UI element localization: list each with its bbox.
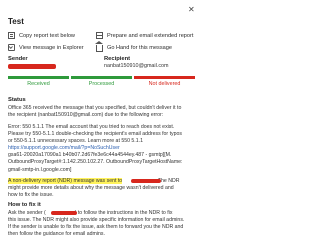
howto-sender-redaction (51, 211, 77, 215)
view-message-label: View message in Explorer (19, 44, 84, 51)
support-link[interactable]: https://support.google.com/mail/?p=NoSuc… (8, 145, 196, 152)
home-icon (95, 41, 103, 52)
package-icon (96, 32, 103, 39)
error-line: OutboundProxyTarget#:1.142.250.102.27. O… (8, 159, 183, 166)
processed-label: Processed (88, 81, 115, 87)
received-status-bar (8, 76, 69, 79)
message-icon (8, 44, 15, 51)
howto-line-end: ) to follow the instructions in the NDR … (74, 210, 173, 216)
sender-label: Sender (8, 56, 28, 62)
received-label: Received (27, 81, 50, 87)
copy-icon (8, 32, 15, 39)
status-line: the recipient (nanbat150910@gmail.com) d… (8, 112, 164, 119)
view-message-button[interactable]: View message in Explorer (8, 43, 84, 52)
not-delivered-status-bar (134, 76, 195, 79)
how-to-fix-text: Ask the sender ( ) to follow the instruc… (8, 210, 196, 238)
ndr-highlight: A non-delivery report (NDR) message was … (8, 178, 123, 184)
howto-line-start: Ask the sender ( (8, 210, 46, 216)
error-text: Error: 550 5.1.1 The email account that … (8, 124, 196, 174)
go-home-button[interactable]: Go Hand for this message (95, 41, 172, 52)
error-line: gmail-smtp-in.l.google.com] (8, 166, 72, 173)
status-text: Office 365 received the message that you… (8, 105, 196, 119)
recipient-value: nanbat150910@gmail.com (104, 63, 169, 69)
status-line: Office 365 received the message that you… (8, 105, 182, 111)
recipient-label: Recipient (104, 56, 131, 62)
howto-line: then follow the guidance for email admin… (8, 231, 105, 238)
copy-report-button[interactable]: Copy report text below (8, 31, 75, 40)
ndr-text: A non-delivery report (NDR) message was … (8, 178, 196, 199)
go-home-label: Go Hand for this message (107, 44, 172, 51)
ndr-line: how to fix the issue. (8, 192, 54, 199)
how-to-fix-heading: How to fix it (8, 202, 41, 208)
error-line: Error: 550 5.1.1 The email account that … (8, 124, 175, 130)
error-line: gsa61-20020a17090a1 b40b07.2d67fe3e6c44a… (8, 152, 172, 159)
message-trace-panel: ✕ Test Copy report text below Prepare an… (0, 0, 202, 249)
close-icon[interactable]: ✕ (188, 6, 195, 14)
sender-redaction (8, 64, 56, 69)
ndr-recipient-redaction (131, 179, 161, 183)
error-line: or 550-5.1.1 unnecessary spaces. Learn m… (8, 138, 143, 145)
processed-status-bar (71, 76, 132, 79)
howto-line: this issue. The NDR might also provide s… (8, 217, 185, 224)
not-delivered-label: Not delivered (148, 81, 181, 87)
prepare-report-button[interactable]: Prepare and email extended report (96, 31, 193, 40)
prepare-report-label: Prepare and email extended report (107, 32, 194, 39)
howto-line: If the sender is unable to fix the issue… (8, 224, 184, 231)
ndr-line: might provide more details about why the… (8, 185, 174, 192)
panel-title: Test (8, 17, 24, 26)
copy-report-label: Copy report text below (19, 32, 75, 39)
status-heading: Status (8, 97, 26, 103)
error-line: Please try 550-5.1.1 double-checking the… (8, 131, 183, 138)
